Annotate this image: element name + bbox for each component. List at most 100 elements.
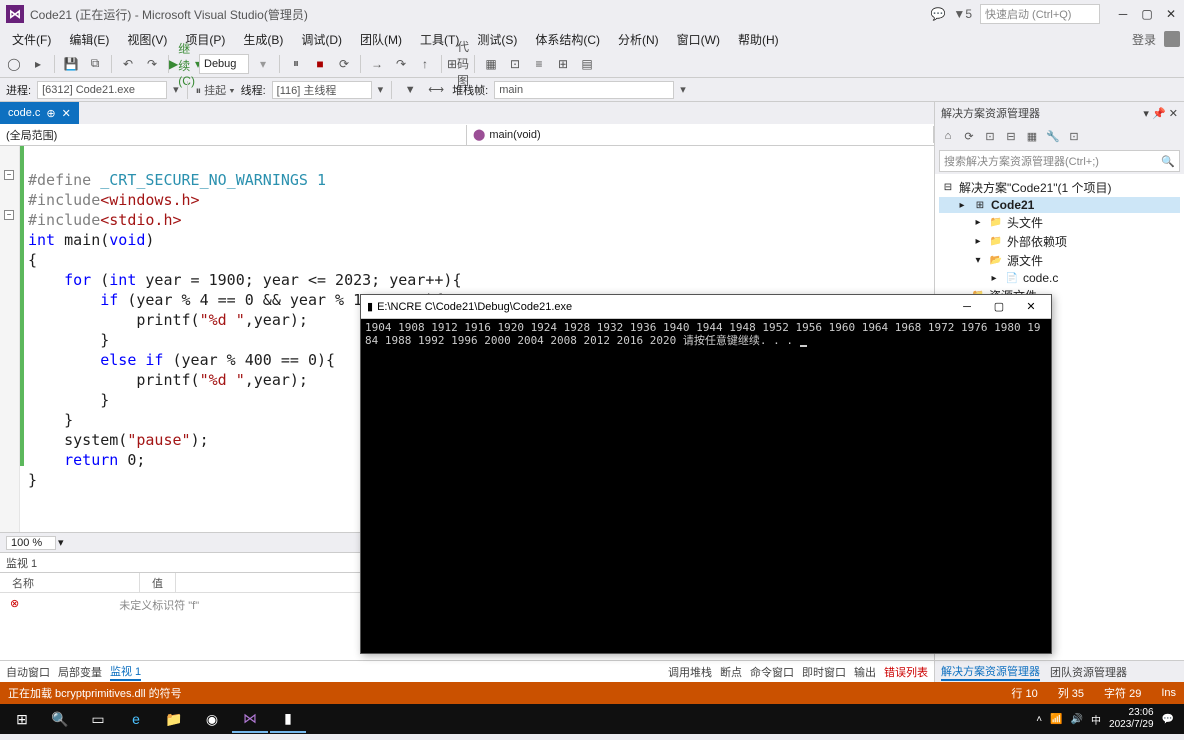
restart-icon[interactable]: ⟳ [334,54,354,74]
tab-immediate[interactable]: 即时窗口 [802,664,846,680]
console-maximize-button[interactable]: ▢ [985,297,1013,317]
tree-project[interactable]: ▸⊞Code21 [939,197,1180,213]
refresh-icon[interactable]: ⟳ [960,127,978,145]
tab-cmd[interactable]: 命令窗口 [750,664,794,680]
nav-fwd-icon[interactable]: ▸ [28,54,48,74]
undo-icon[interactable]: ↶ [118,54,138,74]
stack-icon[interactable]: ▼ [400,80,420,100]
menu-team[interactable]: 团队(M) [352,29,410,50]
watch-col-value[interactable]: 值 [140,573,176,592]
tab-callstack[interactable]: 调用堆栈 [668,664,712,680]
nav-back-icon[interactable]: ◯ [4,54,24,74]
preview-icon[interactable]: ⊡ [1065,127,1083,145]
tab-break[interactable]: 断点 [720,664,742,680]
explorer-icon[interactable]: 📁 [156,705,192,733]
clock[interactable]: 23:06 2023/7/29 [1109,707,1154,731]
step-out-icon[interactable]: ↑ [415,54,435,74]
tab-locals[interactable]: 局部变量 [58,664,102,680]
tab-watch[interactable]: 监视 1 [110,663,141,681]
volume-icon[interactable]: 🔊 [1071,714,1083,725]
menu-test[interactable]: 测试(S) [469,29,525,50]
stack-icon2[interactable]: ⟷ [426,80,446,100]
solution-search-input[interactable]: 搜索解决方案资源管理器(Ctrl+;) 🔍 [939,150,1180,172]
console-window[interactable]: ▮E:\NCRE C\Code21\Debug\Code21.exe ─ ▢ ✕… [360,294,1052,654]
home-icon[interactable]: ⌂ [939,127,957,145]
save-all-icon[interactable]: ⧉ [85,54,105,74]
vs-taskbar-icon[interactable]: ⋈ [232,705,268,733]
continue-button[interactable]: ▶ 继续(C) ▾ [175,54,195,74]
codemap-button[interactable]: ⊞ 代码图 [448,54,468,74]
stack-combo[interactable]: main [494,81,674,99]
config-combo[interactable]: Debug [199,54,249,74]
pin-icon[interactable]: ⊕ [46,107,55,120]
tab-team-explorer[interactable]: 团队资源管理器 [1050,664,1127,680]
ime-indicator[interactable]: 中 [1091,712,1101,727]
tb-misc-2[interactable]: ⊡ [505,54,525,74]
tree-solution-root[interactable]: ⊟解决方案"Code21"(1 个项目) [939,178,1180,197]
feedback-icon[interactable]: 💬 [930,7,945,21]
step-into-icon[interactable]: → [367,54,387,74]
pause-icon[interactable]: ⏸ [286,54,306,74]
close-button[interactable]: ✕ [1164,7,1178,21]
stop-icon[interactable]: ■ [310,54,330,74]
collapse-icon[interactable]: ⊟ [1002,127,1020,145]
save-icon[interactable]: 💾 [61,54,81,74]
pane-close-icon[interactable]: ✕ [1169,108,1178,120]
action-center-icon[interactable]: 💬 [1162,714,1174,725]
tb-misc-3[interactable]: ≡ [529,54,549,74]
edge-icon[interactable]: e [118,705,154,733]
console-output[interactable]: 1904 1908 1912 1916 1920 1924 1928 1932 … [361,319,1051,653]
tb-misc-5[interactable]: ▤ [577,54,597,74]
menu-arch[interactable]: 体系结构(C) [527,29,608,50]
outline-toggle-icon[interactable]: − [4,210,14,220]
menu-edit[interactable]: 编辑(E) [61,29,117,50]
console-minimize-button[interactable]: ─ [953,297,981,317]
tree-external[interactable]: ▸📁外部依赖项 [939,232,1180,251]
sync-icon[interactable]: ⊡ [981,127,999,145]
watch-col-name[interactable]: 名称 [0,573,140,592]
search-button[interactable]: 🔍 [42,705,78,733]
tab-errors[interactable]: 错误列表 [884,664,928,680]
tree-sources[interactable]: ▾📂源文件 [939,251,1180,270]
notification-flag-icon[interactable]: ▼5 [953,7,972,21]
console-titlebar[interactable]: ▮E:\NCRE C\Code21\Debug\Code21.exe ─ ▢ ✕ [361,295,1051,319]
menu-build[interactable]: 生成(B) [235,29,291,50]
tb-misc-4[interactable]: ⊞ [553,54,573,74]
maximize-button[interactable]: ▢ [1140,7,1154,21]
menu-window[interactable]: 窗口(W) [669,29,728,50]
start-button[interactable]: ⊞ [4,705,40,733]
tb-misc-1[interactable]: ▦ [481,54,501,74]
quick-launch-input[interactable]: 快速启动 (Ctrl+Q) [980,4,1100,24]
tab-solution-explorer[interactable]: 解决方案资源管理器 [941,663,1040,681]
menu-debug[interactable]: 调试(D) [293,29,350,50]
suspend-button[interactable]: ⏸ 挂起 ▾ [196,82,235,98]
showall-icon[interactable]: ▦ [1023,127,1041,145]
pane-dropdown-icon[interactable]: ▾ [1143,108,1149,120]
scope-combo[interactable]: (全局范围) [0,125,467,145]
file-tab-codec[interactable]: code.c ⊕ ✕ [0,102,79,124]
member-combo[interactable]: ⬤main(void) [467,126,934,143]
tab-output[interactable]: 输出 [854,664,876,680]
close-tab-icon[interactable]: ✕ [62,107,71,120]
outline-toggle-icon[interactable]: − [4,170,14,180]
minimize-button[interactable]: ─ [1116,7,1130,21]
pane-pin-icon[interactable]: 📌 [1152,108,1166,120]
wifi-icon[interactable]: 📶 [1050,714,1062,725]
zoom-combo[interactable]: 100 % [6,536,56,550]
menu-view[interactable]: 视图(V) [119,29,175,50]
thread-combo[interactable]: [116] 主线程 [272,81,372,99]
tree-headers[interactable]: ▸📁头文件 [939,213,1180,232]
console-close-button[interactable]: ✕ [1017,297,1045,317]
menu-file[interactable]: 文件(F) [4,29,59,50]
step-over-icon[interactable]: ↷ [391,54,411,74]
redo-icon[interactable]: ↷ [142,54,162,74]
menu-analyze[interactable]: 分析(N) [610,29,667,50]
process-combo[interactable]: [6312] Code21.exe [37,81,167,99]
tab-auto[interactable]: 自动窗口 [6,664,50,680]
tray-up-icon[interactable]: ˄ [1036,714,1042,725]
console-taskbar-icon[interactable]: ▮ [270,705,306,733]
properties-icon[interactable]: 🔧 [1044,127,1062,145]
tree-source-file[interactable]: ▸📄code.c [939,270,1180,286]
avatar-icon[interactable] [1164,31,1180,47]
menu-help[interactable]: 帮助(H) [730,29,787,50]
